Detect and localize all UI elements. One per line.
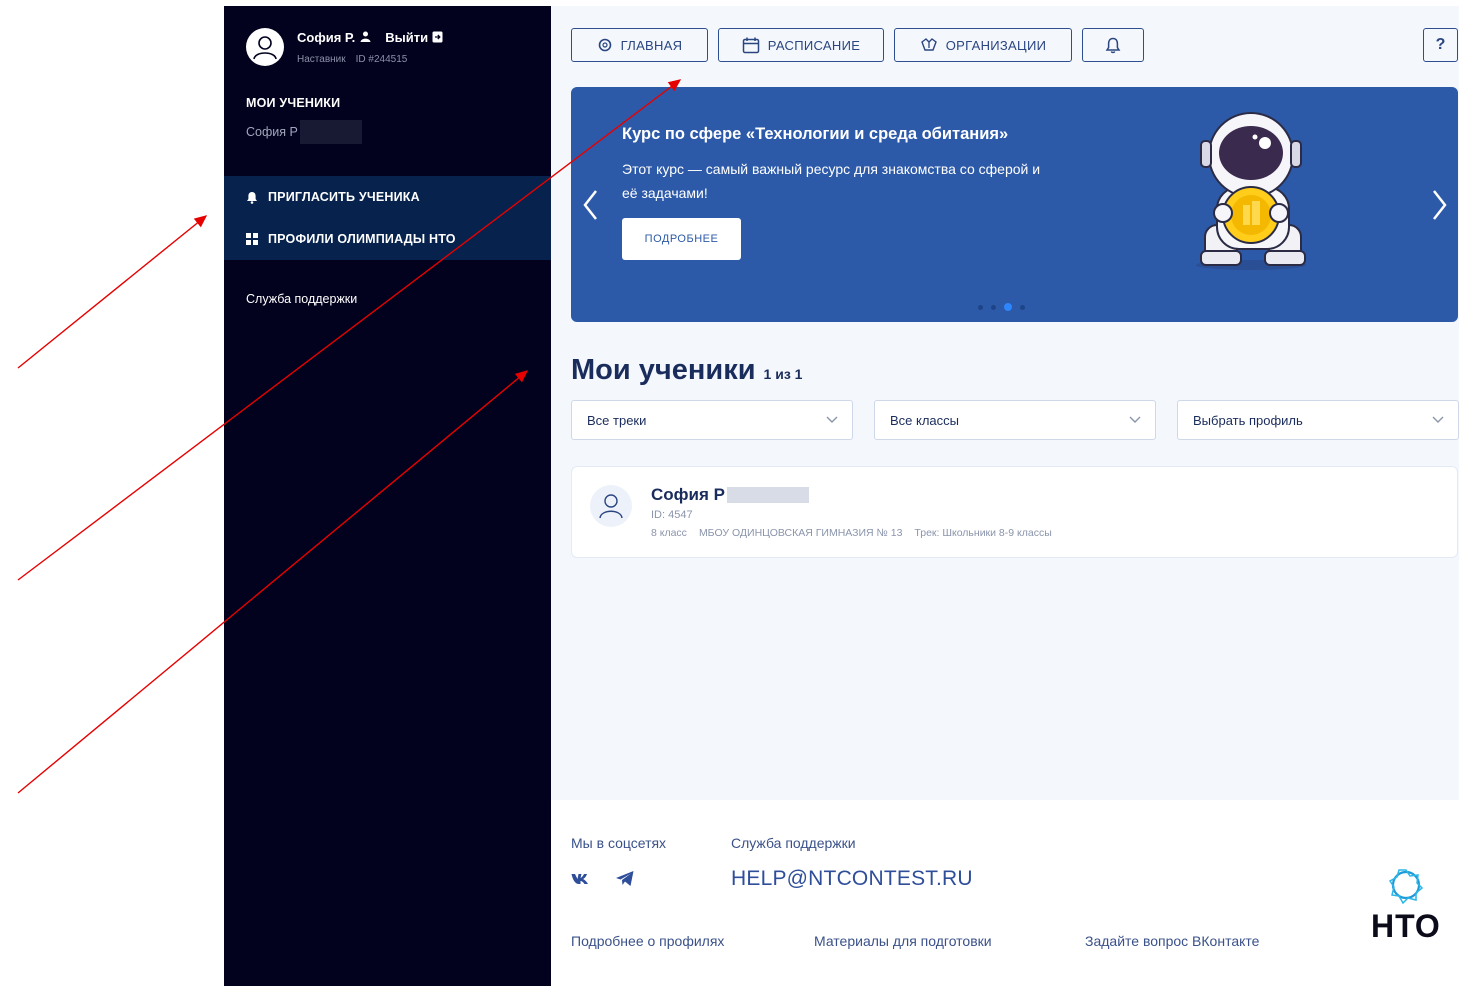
chevron-down-icon bbox=[1432, 416, 1444, 423]
redacted-surname bbox=[299, 120, 362, 144]
main-content: ГЛАВНАЯ РАСПИСАНИЕ ОРГАНИЗАЦИИ ? Курс по… bbox=[551, 6, 1459, 800]
support-email-link[interactable]: HELP@NTCONTEST.RU bbox=[731, 867, 973, 891]
banner-pagination bbox=[978, 303, 1025, 311]
student-school: МБОУ ОДИНЦОВСКАЯ ГИМНАЗИЯ № 13 bbox=[698, 527, 903, 539]
banner-dot[interactable] bbox=[1020, 304, 1025, 310]
student-track: Трек: Школьники 8-9 классы bbox=[914, 527, 1052, 539]
telegram-icon[interactable] bbox=[615, 870, 635, 887]
select-value: Все треки bbox=[587, 412, 647, 428]
nav-home-button[interactable]: ГЛАВНАЯ bbox=[571, 28, 708, 62]
help-button[interactable]: ? bbox=[1423, 28, 1458, 62]
footer-link-vk-question[interactable]: Задайте вопрос ВКонтакте bbox=[1085, 933, 1259, 949]
track-filter-select[interactable]: Все треки bbox=[571, 400, 853, 440]
banner-prev-button[interactable] bbox=[581, 187, 601, 228]
sidebar: София Р. Выйти Наставник ID #244515 МОИ … bbox=[224, 6, 551, 986]
nav-home-label: ГЛАВНАЯ bbox=[620, 37, 683, 53]
bell-icon bbox=[247, 191, 257, 204]
chevron-left-icon bbox=[583, 190, 597, 220]
nav-schedule-button[interactable]: РАСПИСАНИЕ bbox=[718, 28, 884, 62]
user-icon bbox=[360, 30, 371, 45]
top-navigation: ГЛАВНАЯ РАСПИСАНИЕ ОРГАНИЗАЦИИ bbox=[571, 28, 1144, 62]
select-value: Все классы bbox=[890, 412, 960, 428]
user-name: София Р. bbox=[297, 29, 356, 45]
sidebar-support-link[interactable]: Служба поддержки bbox=[246, 292, 357, 306]
banner-next-button[interactable] bbox=[1429, 187, 1449, 228]
nav-organizations-button[interactable]: ОРГАНИЗАЦИИ bbox=[894, 28, 1072, 62]
chevron-down-icon bbox=[1129, 416, 1141, 423]
students-filters: Все треки Все классы Выбрать профиль bbox=[571, 400, 1459, 440]
sidebar-nav: ПРИГЛАСИТЬ УЧЕНИКА ПРОФИЛИ ОЛИМПИАДЫ НТО bbox=[224, 176, 551, 260]
banner-more-button[interactable]: ПОДРОБНЕЕ bbox=[622, 218, 741, 260]
user-profile: София Р. Выйти Наставник ID #244515 bbox=[246, 28, 443, 66]
organizations-icon bbox=[920, 38, 937, 51]
banner-title: Курс по сфере «Технологии и среда обитан… bbox=[622, 125, 1009, 143]
nav-organizations-label: ОРГАНИЗАЦИИ bbox=[945, 37, 1047, 53]
footer-social-label: Мы в соцсетях bbox=[571, 835, 667, 851]
student-card[interactable]: София Р ID: 4547 8 класс МБОУ ОДИНЦОВСКА… bbox=[571, 466, 1458, 558]
logout-button[interactable]: Выйти bbox=[385, 30, 443, 45]
banner-dot-active[interactable] bbox=[1004, 303, 1012, 311]
sidebar-item-label: ПРОФИЛИ ОЛИМПИАДЫ НТО bbox=[268, 232, 456, 246]
sidebar-item-olympiad-profiles[interactable]: ПРОФИЛИ ОЛИМПИАДЫ НТО bbox=[224, 218, 551, 260]
banner-text: Этот курс — самый важный ресурс для знак… bbox=[622, 161, 1041, 201]
sidebar-student-item[interactable]: София Р bbox=[246, 120, 362, 144]
students-heading: Мои ученики 1 из 1 bbox=[571, 354, 802, 387]
select-value: Выбрать профиль bbox=[1193, 412, 1303, 428]
student-name-row: София Р bbox=[651, 485, 809, 505]
student-id: ID: 4547 bbox=[651, 509, 693, 521]
class-filter-select[interactable]: Все классы bbox=[874, 400, 1156, 440]
student-meta: 8 класс МБОУ ОДИНЦОВСКАЯ ГИМНАЗИЯ № 13 Т… bbox=[651, 527, 1052, 539]
home-icon bbox=[598, 38, 611, 52]
page-title: Мои ученики bbox=[571, 354, 756, 386]
chevron-down-icon bbox=[826, 416, 838, 423]
logout-icon bbox=[432, 31, 443, 43]
footer-link-materials[interactable]: Материалы для подготовки bbox=[814, 933, 992, 949]
footer-link-profiles[interactable]: Подробнее о профилях bbox=[571, 933, 724, 949]
footer: Мы в соцсетях Служба поддержки HELP@NTCO… bbox=[551, 800, 1459, 986]
calendar-icon bbox=[742, 37, 760, 53]
annotation-arrow bbox=[17, 215, 208, 369]
nto-logo-icon bbox=[1388, 869, 1423, 904]
nto-logo-text: НТО bbox=[1371, 908, 1441, 944]
sidebar-item-invite-student[interactable]: ПРИГЛАСИТЬ УЧЕНИКА bbox=[224, 176, 551, 218]
astronaut-illustration bbox=[1196, 112, 1306, 270]
user-role: Наставник bbox=[297, 54, 346, 65]
sidebar-student-name: София Р bbox=[246, 125, 298, 139]
course-banner: Курс по сфере «Технологии и среда обитан… bbox=[571, 87, 1458, 322]
avatar[interactable] bbox=[246, 28, 284, 66]
logout-label: Выйти bbox=[385, 29, 429, 45]
redacted-surname bbox=[726, 487, 809, 503]
user-avatar-icon bbox=[599, 494, 623, 519]
bell-icon bbox=[1105, 37, 1121, 53]
banner-dot[interactable] bbox=[991, 304, 996, 310]
my-students-heading: МОИ УЧЕНИКИ bbox=[246, 96, 341, 110]
profile-filter-select[interactable]: Выбрать профиль bbox=[1177, 400, 1459, 440]
user-avatar-icon bbox=[253, 36, 277, 60]
student-avatar bbox=[590, 485, 632, 527]
banner-dot[interactable] bbox=[978, 304, 983, 310]
vk-icon[interactable] bbox=[571, 873, 591, 885]
nto-logo[interactable]: НТО bbox=[1371, 866, 1441, 945]
user-id: ID #244515 bbox=[355, 54, 408, 65]
social-links bbox=[571, 870, 635, 887]
nav-schedule-label: РАСПИСАНИЕ bbox=[767, 37, 861, 53]
grid-icon bbox=[246, 233, 258, 245]
footer-support-label: Служба поддержки bbox=[731, 835, 856, 851]
student-name: София Р bbox=[651, 485, 725, 504]
student-grade: 8 класс bbox=[651, 527, 687, 539]
sidebar-item-label: ПРИГЛАСИТЬ УЧЕНИКА bbox=[268, 190, 420, 204]
notifications-button[interactable] bbox=[1082, 28, 1144, 62]
chevron-right-icon bbox=[1433, 190, 1447, 220]
students-count: 1 из 1 bbox=[763, 366, 803, 382]
